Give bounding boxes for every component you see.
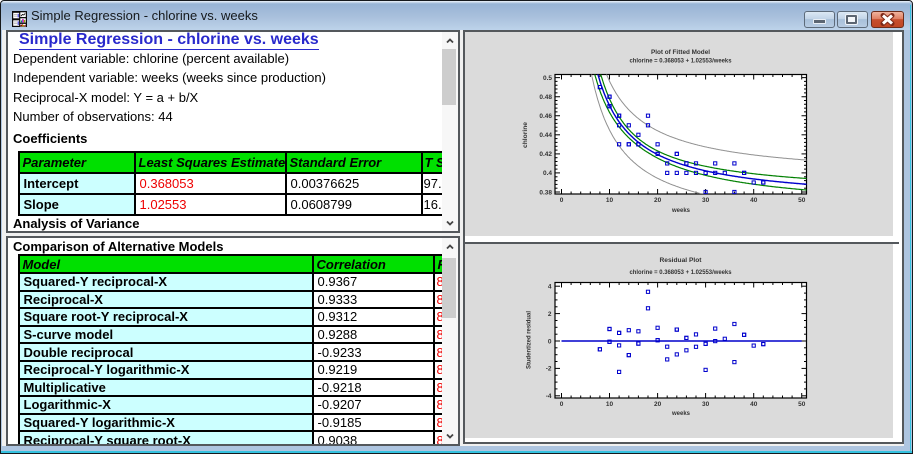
svg-text:0.5: 0.5 bbox=[543, 75, 552, 82]
svg-text:0: 0 bbox=[560, 197, 564, 204]
svg-text:0.44: 0.44 bbox=[539, 132, 552, 139]
svg-text:0: 0 bbox=[560, 401, 564, 408]
svg-text:20: 20 bbox=[654, 197, 662, 204]
svg-text:40: 40 bbox=[750, 401, 758, 408]
svg-text:4: 4 bbox=[548, 284, 552, 291]
svg-text:0.38: 0.38 bbox=[539, 189, 552, 196]
svg-text:50: 50 bbox=[798, 401, 806, 408]
svg-text:30: 30 bbox=[702, 197, 710, 204]
svg-text:Residual Plot: Residual Plot bbox=[660, 257, 703, 264]
svg-text:0: 0 bbox=[548, 338, 552, 345]
svg-text:Plot of Fitted Model: Plot of Fitted Model bbox=[651, 49, 710, 56]
svg-text:-2: -2 bbox=[546, 366, 552, 373]
svg-text:50: 50 bbox=[798, 197, 806, 204]
svg-text:0.4: 0.4 bbox=[543, 170, 552, 177]
svg-text:chlorine: chlorine bbox=[522, 122, 529, 148]
svg-text:0.42: 0.42 bbox=[539, 151, 552, 158]
svg-text:0.48: 0.48 bbox=[539, 94, 552, 101]
svg-text:-4: -4 bbox=[546, 393, 552, 400]
svg-text:20: 20 bbox=[654, 401, 662, 408]
svg-text:weeks: weeks bbox=[671, 410, 690, 417]
svg-text:10: 10 bbox=[606, 401, 614, 408]
svg-text:Studentized residual: Studentized residual bbox=[526, 311, 533, 369]
svg-text:weeks: weeks bbox=[671, 207, 690, 214]
svg-text:30: 30 bbox=[702, 401, 710, 408]
svg-text:40: 40 bbox=[750, 197, 758, 204]
svg-text:chlorine = 0.368053 + 1.02553/: chlorine = 0.368053 + 1.02553/weeks bbox=[630, 269, 732, 276]
svg-text:0.46: 0.46 bbox=[539, 113, 552, 120]
svg-text:chlorine = 0.368053 + 1.02553/: chlorine = 0.368053 + 1.02553/weeks bbox=[630, 57, 732, 64]
svg-text:10: 10 bbox=[606, 197, 614, 204]
svg-text:2: 2 bbox=[548, 311, 552, 318]
